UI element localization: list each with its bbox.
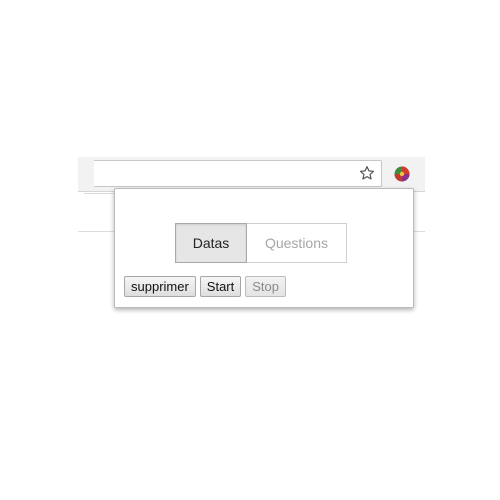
address-bar[interactable] (94, 160, 382, 187)
action-buttons: supprimer Start Stop (124, 276, 287, 297)
extension-popup: Datas Questions supprimer Start Stop (114, 188, 414, 308)
popup-tabs: Datas Questions (175, 223, 347, 263)
supprimer-button[interactable]: supprimer (124, 276, 196, 297)
stop-button[interactable]: Stop (245, 276, 287, 297)
extension-icon[interactable] (393, 165, 411, 183)
star-icon[interactable] (359, 165, 375, 181)
start-button[interactable]: Start (199, 276, 242, 297)
tab-datas[interactable]: Datas (175, 223, 247, 263)
page-divider-short (84, 193, 114, 194)
tab-questions[interactable]: Questions (247, 224, 346, 262)
